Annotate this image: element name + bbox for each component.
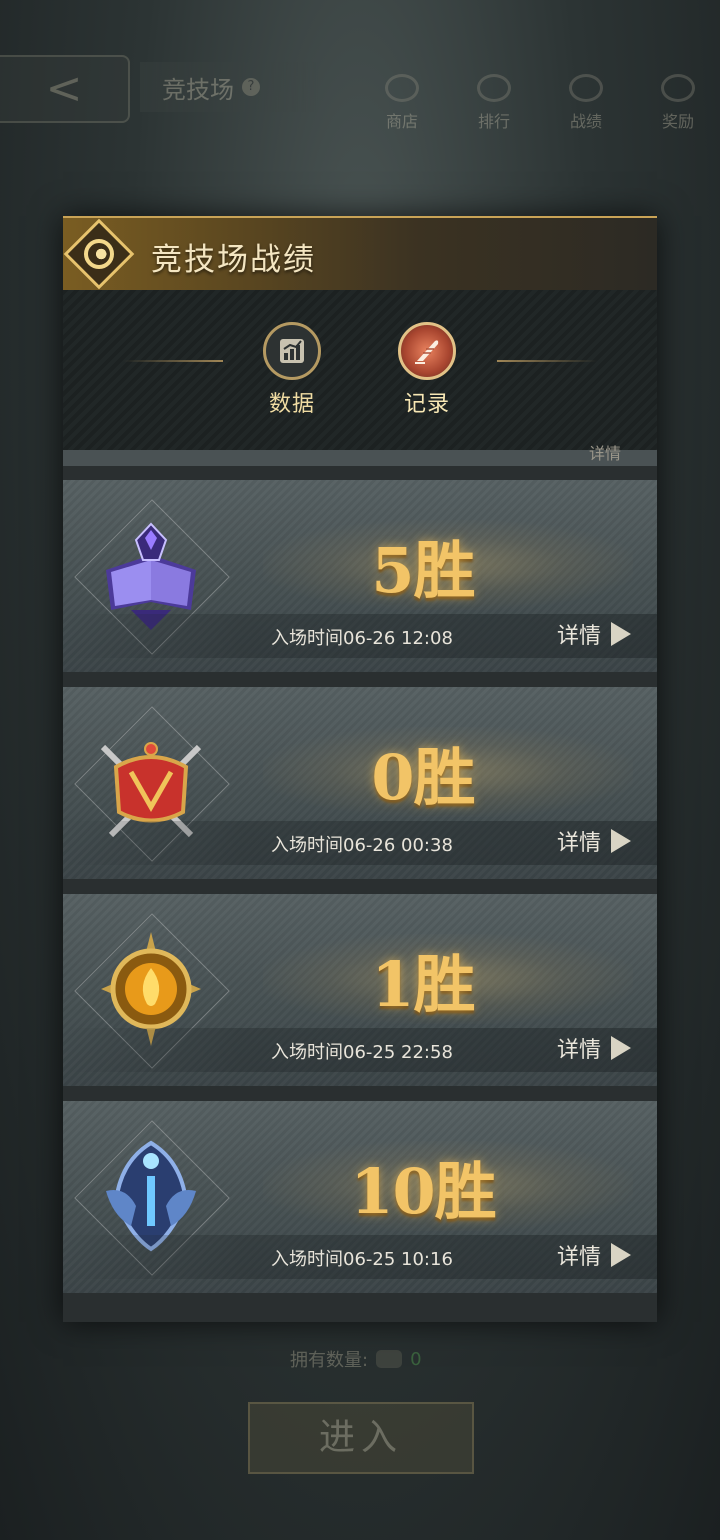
entry-time: 入场时间06-26 00:38	[271, 835, 453, 856]
entry-time: 入场时间06-25 22:58	[271, 1042, 453, 1063]
record-footer: 入场时间06-26 00:38 详情	[63, 821, 657, 865]
divider-right	[497, 360, 597, 362]
partial-record-row: 详情	[63, 444, 657, 466]
play-arrow-icon	[611, 1243, 631, 1267]
record-footer: 入场时间06-25 22:58 详情	[63, 1028, 657, 1072]
shop-icon	[385, 74, 419, 102]
divider-left	[123, 360, 223, 362]
play-arrow-icon	[611, 1036, 631, 1060]
record-footer: 入场时间06-26 12:08 详情	[63, 614, 657, 658]
detail-button[interactable]: 详情	[557, 1032, 631, 1064]
detail-button[interactable]: 详情	[557, 825, 631, 857]
enter-button[interactable]: 进入	[248, 1402, 474, 1474]
tab-record[interactable]: 记录	[387, 322, 467, 432]
back-arrow-icon: <	[45, 63, 83, 114]
win-count: 0胜	[371, 741, 475, 814]
record-list[interactable]: 详情 5胜 入场时间06-26 12:08 详情 0胜 入场时间06-26 00…	[63, 444, 657, 1322]
ticket-icon	[376, 1350, 403, 1368]
arena-title: 竞技场 ?	[140, 62, 322, 112]
record-card: 10胜 入场时间06-25 10:16 详情	[63, 1101, 657, 1293]
help-icon[interactable]: ?	[242, 78, 260, 96]
play-arrow-icon	[611, 829, 631, 853]
record-card: 5胜 入场时间06-26 12:08 详情	[63, 480, 657, 672]
back-button[interactable]: <	[0, 55, 130, 123]
nav-ranking[interactable]: 排行	[464, 74, 524, 132]
panel-title: 竞技场战绩	[151, 242, 316, 278]
moon-emblem-icon	[63, 218, 135, 290]
quill-icon	[398, 322, 456, 380]
record-footer: 入场时间06-25 10:16 详情	[63, 1235, 657, 1279]
win-count: 10胜	[350, 1155, 496, 1228]
detail-button[interactable]: 详情	[557, 618, 631, 650]
arena-record-panel: 竞技场战绩 数据 记录 详情 5胜 入场时间06-26 12:08 详情 0胜 …	[63, 216, 657, 1322]
entry-time: 入场时间06-26 12:08	[271, 628, 453, 649]
nav-shop[interactable]: 商店	[372, 74, 432, 132]
win-count: 5胜	[371, 534, 475, 607]
nav-record[interactable]: 战绩	[556, 74, 616, 132]
nav-reward[interactable]: 奖励	[648, 74, 708, 132]
detail-button[interactable]: 详情	[557, 1239, 631, 1271]
record-card: 1胜 入场时间06-25 22:58 详情	[63, 894, 657, 1086]
record-card: 0胜 入场时间06-26 00:38 详情	[63, 687, 657, 879]
crossed-swords-icon	[569, 74, 603, 102]
tab-bar: 数据 记录	[63, 290, 657, 450]
win-count: 1胜	[371, 948, 475, 1021]
panel-header: 竞技场战绩	[63, 216, 657, 292]
entry-time: 入场时间06-25 10:16	[271, 1249, 453, 1270]
tab-data[interactable]: 数据	[252, 322, 332, 432]
chart-icon	[263, 322, 321, 380]
trophy-icon	[477, 74, 511, 102]
play-arrow-icon	[611, 622, 631, 646]
reward-icon	[661, 74, 695, 102]
ticket-count: 拥有数量: 0	[290, 1348, 422, 1372]
